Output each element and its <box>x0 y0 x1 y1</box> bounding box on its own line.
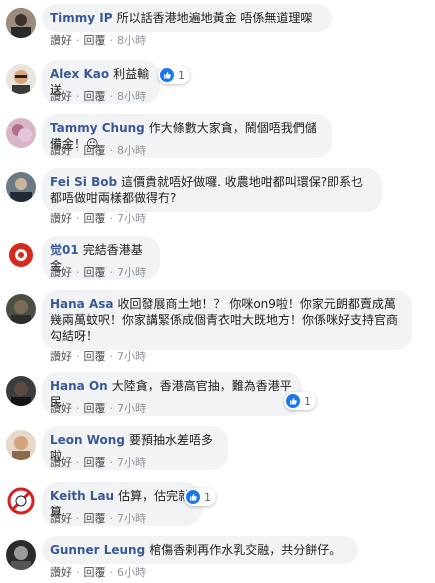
reply-button[interactable]: 回覆 <box>84 34 106 47</box>
comment-actions: 讚好 · 回覆 · 8小時 <box>50 34 146 47</box>
reply-button[interactable]: 回覆 <box>84 456 106 469</box>
comment-text: 棺傷香剌再作水乳交融，共分餅仔。 <box>149 543 342 557</box>
comment-time[interactable]: 6小時 <box>117 566 146 579</box>
reply-button[interactable]: 回覆 <box>84 350 106 363</box>
avatar[interactable] <box>6 294 36 324</box>
avatar[interactable] <box>6 172 36 202</box>
avatar[interactable] <box>6 376 36 406</box>
comment-time[interactable]: 7小時 <box>117 212 146 225</box>
comment-author[interactable]: 觉01 <box>50 243 79 257</box>
like-button[interactable]: 讚好 <box>50 266 72 279</box>
comment-time[interactable]: 7小時 <box>117 512 146 525</box>
like-icon <box>160 68 174 82</box>
avatar[interactable] <box>6 8 36 38</box>
avatar[interactable] <box>6 240 36 270</box>
comment-author[interactable]: Alex Kao <box>50 67 109 81</box>
like-button[interactable]: 讚好 <box>50 212 72 225</box>
reply-button[interactable]: 回覆 <box>84 402 106 415</box>
comment-time[interactable]: 7小時 <box>117 266 146 279</box>
comment-time[interactable]: 8小時 <box>117 34 146 47</box>
comment-actions: 讚好 · 回覆 · 7小時 <box>50 350 146 363</box>
reply-button[interactable]: 回覆 <box>84 212 106 225</box>
comment-author[interactable]: Hana On <box>50 379 108 393</box>
comment-author[interactable]: Keith Lau <box>50 489 114 503</box>
like-button[interactable]: 讚好 <box>50 456 72 469</box>
comment-author[interactable]: Hana Asa <box>50 297 114 311</box>
comment-time[interactable]: 8小時 <box>117 90 146 103</box>
avatar[interactable] <box>6 430 36 460</box>
comment-author[interactable]: Leon Wong <box>50 433 125 447</box>
comment-actions: 讚好 · 回覆 · 7小時 <box>50 212 146 225</box>
reply-button[interactable]: 回覆 <box>84 266 106 279</box>
avatar[interactable] <box>6 118 36 148</box>
comment-text: 所以話香港地遍地黃金 唔係無道理㗎 <box>116 11 313 25</box>
avatar[interactable] <box>6 540 36 570</box>
like-icon <box>186 490 200 504</box>
comment-bubble: Gunner Leung 棺傷香剌再作水乳交融，共分餅仔。 <box>42 536 358 564</box>
comment-actions: 讚好 · 回覆 · 7小時 <box>50 456 146 469</box>
comment-time[interactable]: 7小時 <box>117 402 146 415</box>
comment-author[interactable]: Timmy IP <box>50 11 113 25</box>
comment-bubble: Fei Si Bob 這價貴就唔好做囉. 收農地咁都叫環保?即系乜都唔做咁兩樣都做… <box>42 168 382 212</box>
comment-time[interactable]: 7小時 <box>117 456 146 469</box>
reply-button[interactable]: 回覆 <box>84 144 106 157</box>
comment-actions: 讚好 · 回覆 · 6小時 <box>50 566 146 579</box>
comment-author[interactable]: Tammy Chung <box>50 121 145 135</box>
reply-button[interactable]: 回覆 <box>84 566 106 579</box>
comment-actions: 讚好 · 回覆 · 8小時 <box>50 144 146 157</box>
comment-bubble: Timmy IP 所以話香港地遍地黃金 唔係無道理㗎 <box>42 4 332 32</box>
like-button[interactable]: 讚好 <box>50 512 72 525</box>
comment-actions: 讚好 · 回覆 · 7小時 <box>50 512 146 525</box>
comment-actions: 讚好 · 回覆 · 7小時 <box>50 402 146 415</box>
comment-actions: 讚好 · 回覆 · 8小時 <box>50 90 146 103</box>
avatar[interactable] <box>6 64 36 94</box>
like-button[interactable]: 讚好 <box>50 350 72 363</box>
reaction-count[interactable]: 1 <box>158 66 190 84</box>
like-button[interactable]: 讚好 <box>50 566 72 579</box>
like-button[interactable]: 讚好 <box>50 144 72 157</box>
like-button[interactable]: 讚好 <box>50 402 72 415</box>
reply-button[interactable]: 回覆 <box>84 90 106 103</box>
comment-time[interactable]: 8小時 <box>117 144 146 157</box>
like-button[interactable]: 讚好 <box>50 34 72 47</box>
like-button[interactable]: 讚好 <box>50 90 72 103</box>
comment-author[interactable]: Fei Si Bob <box>50 175 117 189</box>
reaction-count[interactable]: 1 <box>184 488 216 506</box>
comment-actions: 讚好 · 回覆 · 7小時 <box>50 266 146 279</box>
comment-bubble: Hana Asa 收回發展商土地！？ 你咪on9啦！你家元朗都賣成萬幾兩萬蚊呎！你… <box>42 290 412 350</box>
avatar[interactable] <box>6 486 36 516</box>
comment-author[interactable]: Gunner Leung <box>50 543 145 557</box>
reply-button[interactable]: 回覆 <box>84 512 106 525</box>
like-icon <box>286 394 300 408</box>
comment-time[interactable]: 7小時 <box>117 350 146 363</box>
reaction-count[interactable]: 1 <box>284 392 316 410</box>
